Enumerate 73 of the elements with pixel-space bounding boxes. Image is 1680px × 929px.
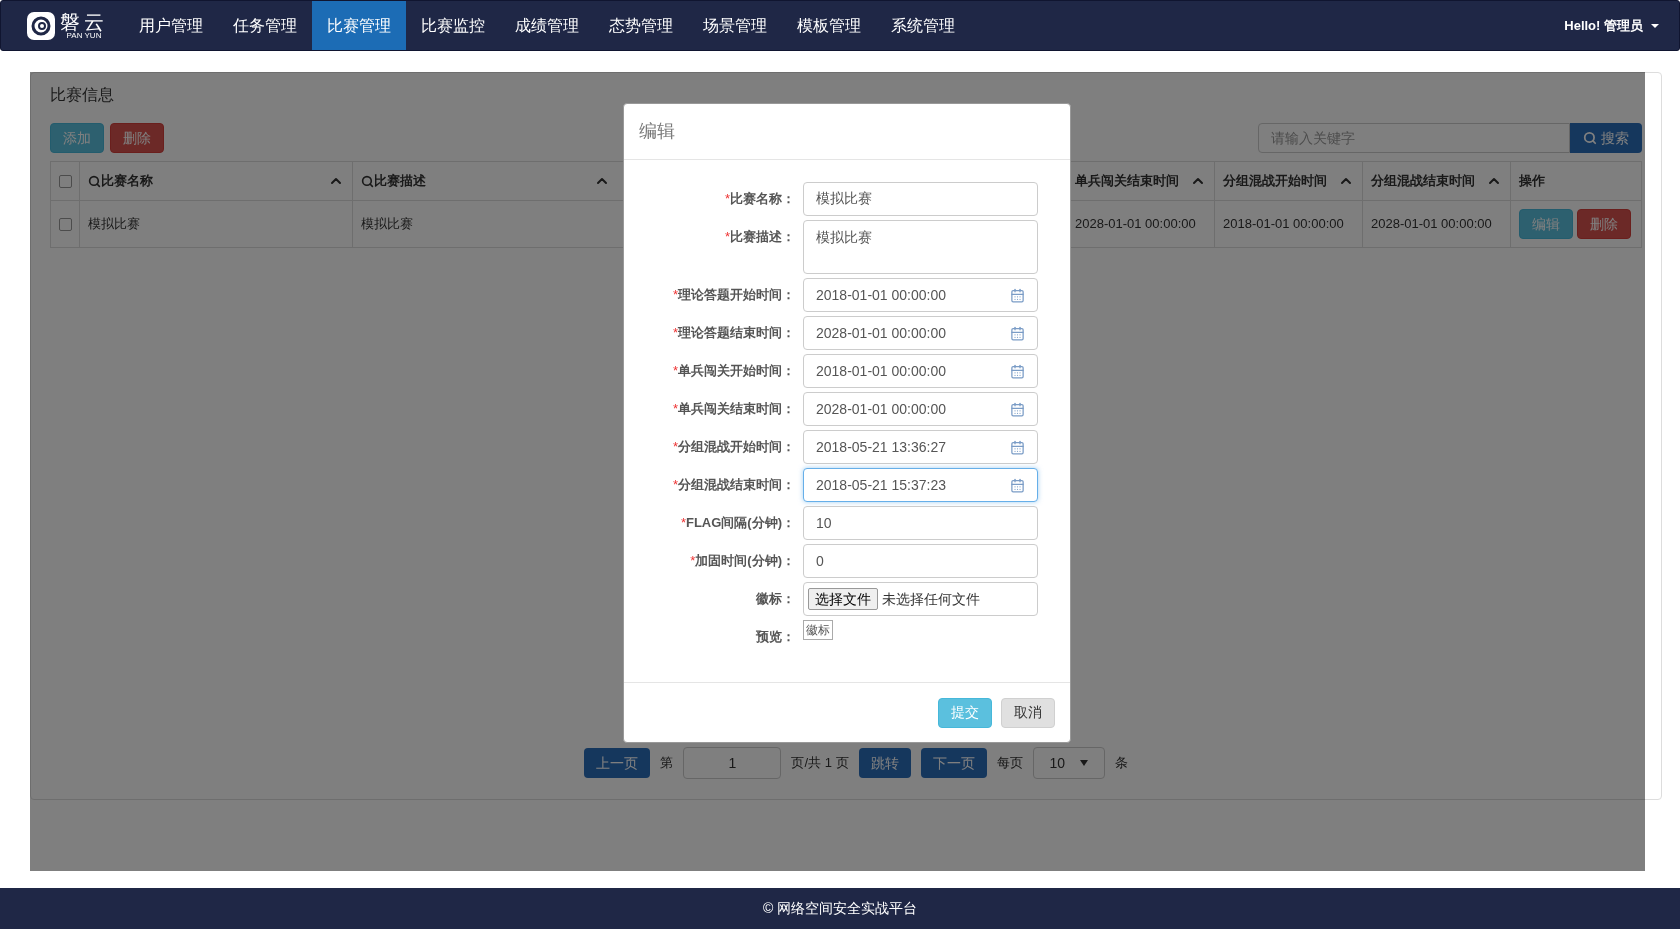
nav-tab[interactable]: 比赛监控 [406, 1, 500, 50]
calendar-icon [1010, 401, 1025, 417]
logo-text: 磐云 [60, 11, 108, 32]
nav-tab[interactable]: 比赛管理 [312, 1, 406, 50]
date-field[interactable]: 2028-01-01 00:00:00 [803, 316, 1038, 350]
field-label: *FLAG间隔(分钟)： [680, 514, 795, 532]
search-icon [88, 174, 101, 188]
column-header[interactable]: 单兵闯关结束时间 [1075, 171, 1179, 191]
checkbox[interactable] [58, 174, 72, 188]
date-field[interactable]: 2018-05-21 15:37:23 [803, 468, 1038, 502]
date-field[interactable]: 2018-05-21 13:36:27 [803, 430, 1038, 464]
date-field[interactable]: 2018-01-01 00:00:00 [803, 278, 1038, 312]
checkbox[interactable] [58, 217, 72, 231]
preview-image: 徽标 [803, 620, 833, 640]
text-field[interactable]: 10 [803, 506, 1038, 540]
dialog-title: 编辑 [639, 120, 675, 143]
column-header[interactable]: 分组混战开始时间 [1223, 171, 1327, 191]
table-cell-text: 模拟比赛 [361, 215, 413, 234]
column-header[interactable]: 分组混战结束时间 [1371, 171, 1475, 191]
date-field[interactable]: 2018-01-01 00:00:00 [803, 354, 1038, 388]
nav-tab[interactable]: 场景管理 [688, 1, 782, 50]
field-label: *比赛描述： [724, 228, 795, 246]
calendar-icon [1010, 439, 1025, 455]
column-header[interactable]: 操作 [1519, 171, 1545, 191]
per-page-select[interactable]: 10 [1032, 747, 1105, 779]
search-icon [1583, 131, 1597, 145]
panel-title: 比赛信息 [50, 85, 115, 105]
field-label: *加固时间(分钟)： [690, 552, 795, 570]
choose-file-button[interactable]: 选择文件 [808, 588, 878, 610]
page-number-field[interactable]: 1 [683, 747, 782, 779]
page-total: 页/共 1 页 [791, 754, 849, 773]
search-icon [361, 174, 374, 188]
file-status: 未选择任何文件 [882, 589, 980, 609]
field-label: *比赛名称： [724, 190, 795, 208]
field-label: *分组混战结束时间： [672, 476, 795, 494]
user-menu[interactable]: Hello! 管理员 [1564, 1, 1659, 50]
file-field[interactable]: 选择文件 未选择任何文件 [803, 582, 1038, 616]
table-cell-text: 模拟比赛 [88, 215, 140, 234]
per-page-prefix: 每页 [996, 754, 1023, 773]
caret-icon [1651, 23, 1659, 28]
nav-tab[interactable]: 模板管理 [782, 1, 876, 50]
calendar-icon [1010, 325, 1025, 341]
date-field[interactable]: 2028-01-01 00:00:00 [803, 392, 1038, 426]
dialog-button[interactable]: 取消 [1001, 697, 1055, 728]
footer-text: © 网络空间安全实战平台 [762, 899, 918, 918]
field-label: *分组混战开始时间： [672, 438, 795, 456]
nav-tab[interactable]: 任务管理 [218, 1, 312, 50]
table-cell-text: 2018-01-01 00:00:00 [1223, 215, 1344, 234]
nav-tab[interactable]: 成绩管理 [500, 1, 594, 50]
field-label: *单兵闯关结束时间： [672, 400, 795, 418]
table-cell-text: 2028-01-01 00:00:00 [1371, 215, 1492, 234]
field-label: 预览： [756, 628, 795, 646]
field-label: *理论答题结束时间： [672, 324, 795, 342]
column-header[interactable]: 比赛描述 [361, 171, 426, 191]
nav-tab[interactable]: 系统管理 [876, 1, 970, 50]
calendar-icon [1010, 287, 1025, 303]
nav-tab[interactable]: 态势管理 [594, 1, 688, 50]
logo-icon [26, 10, 56, 41]
column-header[interactable]: 比赛名称 [88, 171, 153, 191]
page-prefix: 第 [660, 754, 674, 773]
text-field[interactable]: 0 [803, 544, 1038, 578]
calendar-icon [1010, 363, 1025, 379]
per-page-suffix: 条 [1114, 754, 1128, 773]
logo-subtext: PAN YUN [66, 31, 102, 40]
nav-tab[interactable]: 用户管理 [124, 1, 218, 50]
field-label: *理论答题开始时间： [672, 286, 795, 304]
text-area[interactable]: 模拟比赛 [803, 220, 1038, 274]
field-label: 徽标： [756, 590, 795, 608]
text-field[interactable]: 模拟比赛 [803, 182, 1038, 216]
dropdown-icon [1079, 760, 1088, 766]
table-cell-text: 2028-01-01 00:00:00 [1075, 215, 1196, 234]
field-label: *单兵闯关开始时间： [672, 362, 795, 380]
calendar-icon [1010, 477, 1025, 493]
